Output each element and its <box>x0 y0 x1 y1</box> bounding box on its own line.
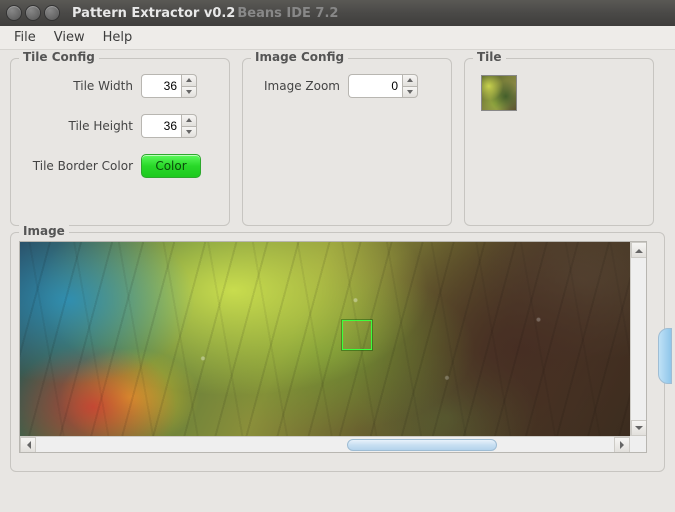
tile-width-down[interactable] <box>181 86 197 99</box>
tile-width-spinner[interactable] <box>141 74 197 98</box>
window-controls <box>6 5 60 21</box>
chevron-up-icon <box>407 78 413 82</box>
window-title: Pattern Extractor v0.2 <box>72 6 235 21</box>
menubar: File View Help <box>0 26 675 50</box>
menu-help[interactable]: Help <box>95 28 141 47</box>
window-title-shadow: Beans IDE 7.2 <box>237 6 338 21</box>
tile-height-input[interactable] <box>141 114 181 138</box>
tile-config-panel: Tile Config Tile Width Tile Height <box>10 58 230 226</box>
tile-height-label: Tile Height <box>23 119 133 133</box>
scroll-right-button[interactable] <box>614 437 630 453</box>
window-close-button[interactable] <box>6 5 22 21</box>
image-highlights <box>20 242 630 436</box>
chevron-down-icon <box>635 426 643 434</box>
image-zoom-label: Image Zoom <box>255 79 340 93</box>
image-zoom-up[interactable] <box>402 74 418 86</box>
image-zoom-input[interactable] <box>348 74 402 98</box>
window-titlebar: Pattern Extractor v0.2 Beans IDE 7.2 <box>0 0 675 26</box>
chevron-right-icon <box>620 441 628 449</box>
scroll-left-button[interactable] <box>20 437 36 453</box>
image-config-panel: Image Config Image Zoom <box>242 58 452 226</box>
window-maximize-button[interactable] <box>44 5 60 21</box>
tile-selection-rect[interactable] <box>342 320 372 350</box>
chevron-up-icon <box>186 118 192 122</box>
image-config-title: Image Config <box>251 50 348 64</box>
menu-view[interactable]: View <box>46 28 93 47</box>
chevron-down-icon <box>186 130 192 134</box>
chevron-up-icon <box>186 78 192 82</box>
tile-border-color-label: Tile Border Color <box>23 159 133 173</box>
chevron-down-icon <box>186 90 192 94</box>
right-edge-handle[interactable] <box>658 328 672 384</box>
image-viewport <box>19 241 647 453</box>
color-button[interactable]: Color <box>141 154 201 178</box>
image-zoom-down[interactable] <box>402 86 418 99</box>
image-canvas[interactable] <box>20 242 630 436</box>
tile-width-up[interactable] <box>181 74 197 86</box>
tile-preview-image <box>481 75 517 111</box>
tile-config-title: Tile Config <box>19 50 99 64</box>
tile-height-down[interactable] <box>181 126 197 139</box>
vertical-scrollbar[interactable] <box>630 242 646 436</box>
scroll-up-button[interactable] <box>631 242 647 258</box>
menu-file[interactable]: File <box>6 28 44 47</box>
chevron-up-icon <box>635 245 643 253</box>
chevron-left-icon <box>23 441 31 449</box>
horizontal-scroll-thumb[interactable] <box>347 439 497 451</box>
horizontal-scrollbar[interactable] <box>20 436 630 452</box>
scroll-down-button[interactable] <box>631 420 647 436</box>
image-panel-title: Image <box>19 224 69 238</box>
image-zoom-spinner[interactable] <box>348 74 418 98</box>
window-minimize-button[interactable] <box>25 5 41 21</box>
tile-preview-panel: Tile <box>464 58 654 226</box>
chevron-down-icon <box>407 90 413 94</box>
tile-width-input[interactable] <box>141 74 181 98</box>
image-panel: Image <box>10 232 665 472</box>
tile-width-label: Tile Width <box>23 79 133 93</box>
tile-height-spinner[interactable] <box>141 114 197 138</box>
tile-preview-title: Tile <box>473 50 506 64</box>
tile-height-up[interactable] <box>181 114 197 126</box>
